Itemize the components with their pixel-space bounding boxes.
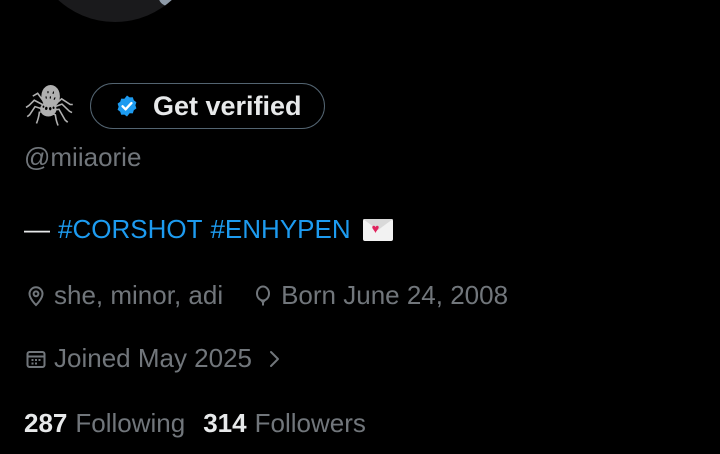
bio-prefix: —	[24, 214, 50, 244]
birthday-text: Born June 24, 2008	[281, 280, 509, 310]
followers-label: Followers	[254, 408, 366, 438]
followers-link[interactable]: 314 Followers	[203, 408, 384, 439]
profile-info-row: she, minor, adi Born June 24, 2008	[24, 280, 536, 311]
chevron-right-icon	[262, 347, 286, 371]
love-letter-icon	[362, 218, 393, 241]
birthday-item: Born June 24, 2008	[251, 280, 508, 311]
followers-count: 314	[203, 408, 247, 438]
spider-emoji: 🕷	[24, 83, 75, 129]
balloon-icon	[251, 284, 275, 308]
hashtag-link[interactable]: #ENHYPEN	[210, 214, 350, 245]
name-row: 🕷 Get verified	[24, 82, 325, 130]
joined-item[interactable]: Joined May 2025	[24, 343, 286, 374]
verified-badge-icon	[115, 94, 139, 118]
profile-handle: @miiaorie	[24, 142, 142, 172]
following-count: 287	[24, 408, 68, 438]
following-link[interactable]: 287 Following	[24, 408, 203, 439]
get-verified-label: Get verified	[153, 90, 302, 121]
get-verified-button[interactable]: Get verified	[90, 83, 325, 129]
hashtag-link[interactable]: #CORSHOT	[58, 214, 202, 245]
pronouns-text: she, minor, adi	[54, 280, 224, 310]
follow-stats: 287 Following 314 Followers	[24, 408, 384, 439]
profile-bio: — #CORSHOT #ENHYPEN	[24, 214, 393, 245]
following-label: Following	[75, 408, 186, 438]
location-pin-icon	[24, 284, 48, 308]
profile-avatar[interactable]	[30, 0, 200, 22]
pronouns-item: she, minor, adi	[24, 280, 223, 311]
calendar-icon	[24, 347, 48, 371]
joined-text: Joined May 2025	[54, 343, 253, 373]
joined-row[interactable]: Joined May 2025	[24, 343, 314, 374]
